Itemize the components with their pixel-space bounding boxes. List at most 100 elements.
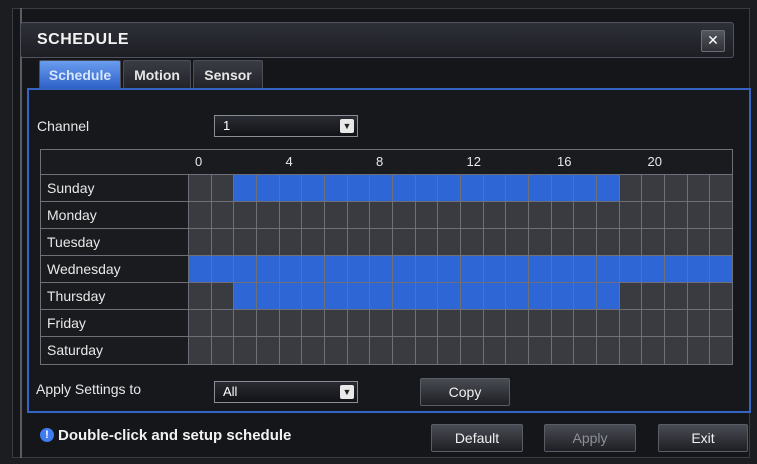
hour-cell[interactable] (211, 256, 235, 282)
hour-cell[interactable] (211, 175, 235, 201)
hour-cell[interactable] (347, 256, 371, 282)
hour-cell[interactable] (687, 202, 711, 228)
hour-cell[interactable] (325, 202, 348, 228)
hour-cell[interactable] (619, 283, 643, 309)
hour-cell[interactable] (597, 229, 620, 255)
hour-cell[interactable] (642, 229, 666, 255)
copy-button[interactable]: Copy (420, 378, 510, 406)
hour-cell[interactable] (551, 310, 575, 336)
hour-cell[interactable] (710, 283, 733, 309)
hour-cell[interactable] (211, 283, 235, 309)
hour-cell[interactable] (415, 256, 439, 282)
hour-cell[interactable] (483, 229, 507, 255)
hour-cell[interactable] (257, 283, 280, 309)
hour-cell[interactable] (302, 337, 326, 364)
hour-cell[interactable] (234, 175, 258, 201)
hour-cell[interactable] (257, 337, 280, 364)
hour-cell[interactable] (529, 283, 552, 309)
hour-cell[interactable] (302, 175, 326, 201)
hour-cell[interactable] (438, 310, 462, 336)
hour-cell[interactable] (551, 229, 575, 255)
hour-cell[interactable] (551, 202, 575, 228)
schedule-row-tuesday[interactable]: Tuesday (41, 229, 733, 256)
hour-cell[interactable] (211, 310, 235, 336)
hour-cell[interactable] (574, 256, 598, 282)
hour-cell[interactable] (619, 202, 643, 228)
apply-settings-select[interactable]: All ▼ (214, 381, 358, 403)
hour-cell[interactable] (506, 310, 530, 336)
hour-cell[interactable] (551, 283, 575, 309)
hour-cell[interactable] (325, 283, 348, 309)
hour-cell[interactable] (393, 283, 416, 309)
channel-select[interactable]: 1 ▼ (214, 115, 358, 137)
hour-cell[interactable] (325, 337, 348, 364)
tab-sensor[interactable]: Sensor (193, 60, 263, 88)
hour-cell[interactable] (302, 229, 326, 255)
close-icon[interactable]: ✕ (701, 30, 725, 52)
hour-cell[interactable] (234, 202, 258, 228)
hour-cell[interactable] (325, 175, 348, 201)
hour-cell[interactable] (189, 229, 212, 255)
hour-cell[interactable] (687, 229, 711, 255)
hour-cell[interactable] (347, 310, 371, 336)
hour-cell[interactable] (347, 175, 371, 201)
hour-cell[interactable] (483, 256, 507, 282)
schedule-row-sunday[interactable]: Sunday (41, 175, 733, 202)
hour-cell[interactable] (393, 229, 416, 255)
hour-cell[interactable] (279, 337, 303, 364)
hour-cell[interactable] (370, 337, 394, 364)
hour-cell[interactable] (211, 337, 235, 364)
hour-cell[interactable] (483, 283, 507, 309)
hour-cell[interactable] (257, 175, 280, 201)
hour-cell[interactable] (211, 229, 235, 255)
hour-cell[interactable] (370, 310, 394, 336)
hour-cell[interactable] (347, 283, 371, 309)
schedule-row-saturday[interactable]: Saturday (41, 337, 733, 364)
hour-cell[interactable] (438, 229, 462, 255)
hour-cell[interactable] (642, 256, 666, 282)
hour-cell[interactable] (687, 256, 711, 282)
hour-cell[interactable] (710, 310, 733, 336)
hour-cell[interactable] (506, 337, 530, 364)
hour-cell[interactable] (619, 256, 643, 282)
hour-cell[interactable] (506, 256, 530, 282)
hour-cell[interactable] (665, 229, 688, 255)
hour-cell[interactable] (551, 337, 575, 364)
hour-cell[interactable] (461, 256, 484, 282)
hour-cell[interactable] (506, 202, 530, 228)
hour-cell[interactable] (257, 229, 280, 255)
hour-cell[interactable] (461, 229, 484, 255)
hour-cell[interactable] (279, 202, 303, 228)
hour-cell[interactable] (529, 229, 552, 255)
hour-cell[interactable] (234, 229, 258, 255)
hour-cell[interactable] (302, 256, 326, 282)
hour-cell[interactable] (325, 256, 348, 282)
hour-cell[interactable] (325, 229, 348, 255)
hour-cell[interactable] (529, 202, 552, 228)
hour-cell[interactable] (189, 283, 212, 309)
hour-cell[interactable] (665, 283, 688, 309)
hour-cell[interactable] (597, 310, 620, 336)
hour-cell[interactable] (415, 283, 439, 309)
hour-cell[interactable] (461, 310, 484, 336)
hour-cell[interactable] (506, 229, 530, 255)
hour-cell[interactable] (710, 256, 733, 282)
hour-cell[interactable] (483, 310, 507, 336)
hour-cell[interactable] (279, 310, 303, 336)
hour-cell[interactable] (393, 337, 416, 364)
hour-cell[interactable] (257, 202, 280, 228)
hour-cell[interactable] (461, 337, 484, 364)
hour-cell[interactable] (189, 175, 212, 201)
hour-cell[interactable] (438, 283, 462, 309)
hour-cell[interactable] (483, 175, 507, 201)
hour-cell[interactable] (347, 202, 371, 228)
hour-cell[interactable] (597, 337, 620, 364)
hour-cell[interactable] (665, 337, 688, 364)
hour-cell[interactable] (642, 175, 666, 201)
tab-schedule[interactable]: Schedule (39, 60, 121, 88)
hour-cell[interactable] (597, 256, 620, 282)
hour-cell[interactable] (234, 283, 258, 309)
hour-cell[interactable] (370, 202, 394, 228)
hour-cell[interactable] (483, 202, 507, 228)
hour-cell[interactable] (710, 175, 733, 201)
